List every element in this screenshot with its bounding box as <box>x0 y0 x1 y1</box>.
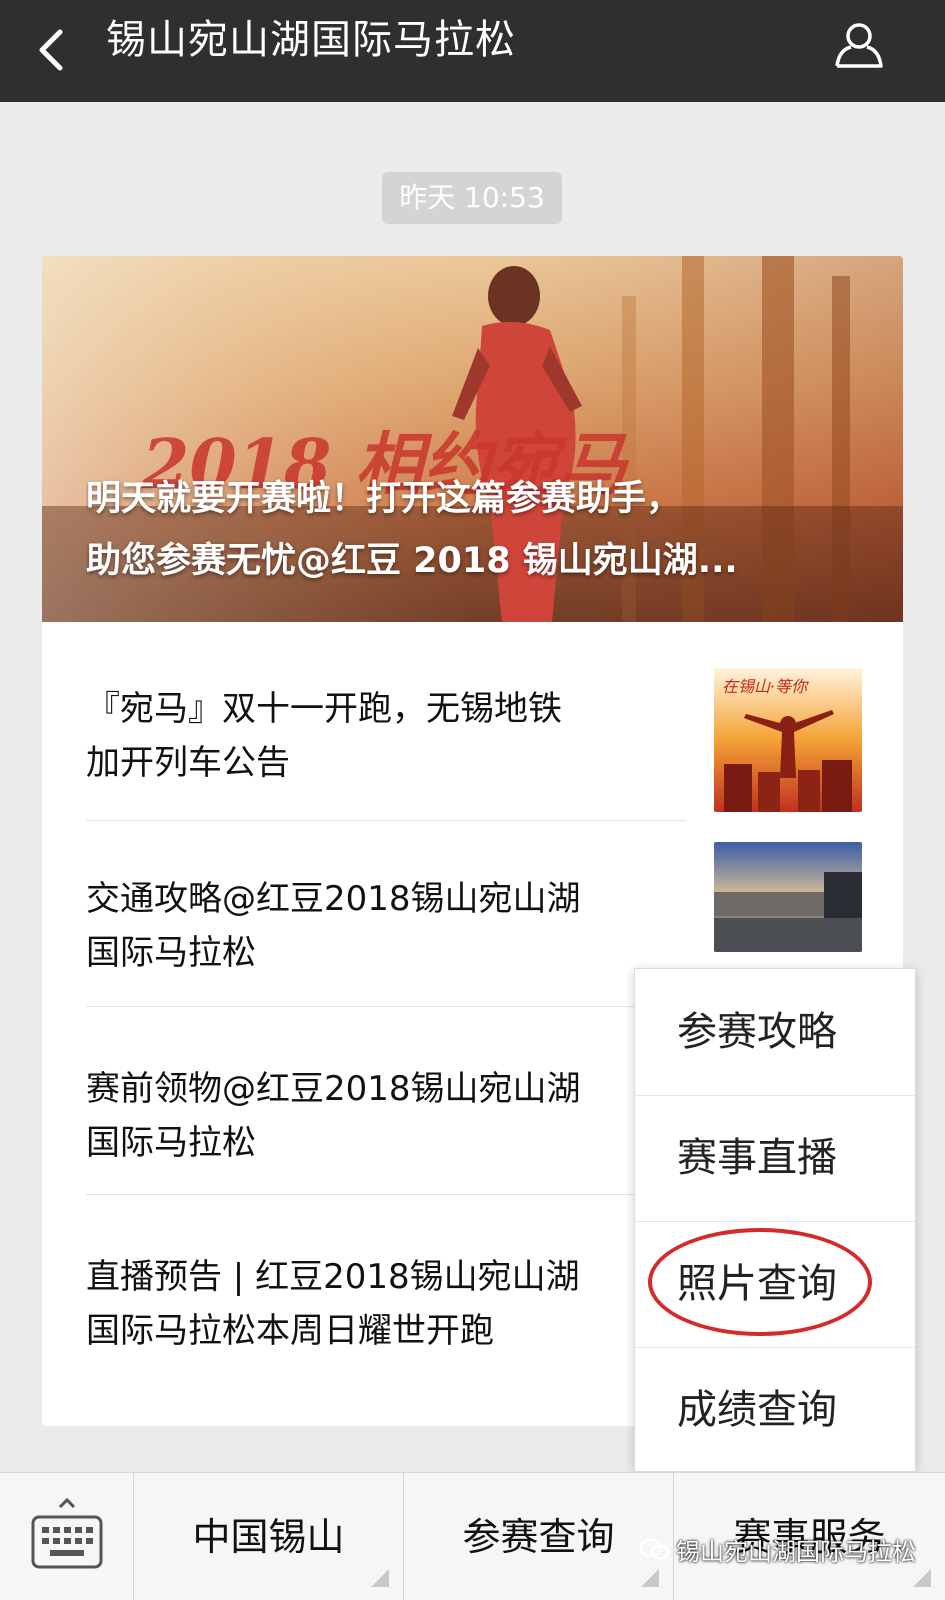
watermark-text: 锡山宛山湖国际马拉松 <box>676 1538 916 1566</box>
user-profile-icon[interactable] <box>831 16 887 72</box>
list-item-title-line1: 赛前领物@红豆2018锡山宛山湖 <box>86 1069 581 1109</box>
list-item-title-line1: 交通攻略@红豆2018锡山宛山湖 <box>86 879 581 919</box>
list-item-thumbnail: 在锡山·等你 <box>714 668 862 812</box>
list-item-title-line2: 国际马拉松本周日耀世开跑 <box>86 1311 494 1351</box>
submenu-indicator-icon <box>371 1569 389 1587</box>
tab-china-xishan[interactable]: 中国锡山 <box>134 1473 404 1600</box>
wechat-icon <box>640 1538 670 1568</box>
hero-article[interactable]: 2018 相约宛马 明天就要开赛啦！打开这篇参赛助手， 助您参赛无忧@红豆 20… <box>42 256 903 622</box>
list-item-title-line2: 国际马拉松 <box>86 933 256 973</box>
hero-headline: 明天就要开赛啦！打开这篇参赛助手， 助您参赛无忧@红豆 2018 锡山宛山湖..… <box>86 468 866 592</box>
list-item[interactable]: 『宛马』双十一开跑，无锡地铁 加开列车公告 在锡山·等你 <box>42 622 903 812</box>
menu-item-photo-search[interactable]: 照片查询 <box>635 1221 915 1347</box>
back-arrow-icon[interactable] <box>30 18 78 82</box>
menu-item-result-search[interactable]: 成绩查询 <box>635 1347 915 1473</box>
tab-label: 中国锡山 <box>192 1515 345 1559</box>
list-item-title: 赛前领物@红豆2018锡山宛山湖 国际马拉松 <box>86 1062 646 1170</box>
list-item-title: 交通攻略@红豆2018锡山宛山湖 国际马拉松 <box>86 872 646 980</box>
submenu-indicator-icon <box>641 1569 659 1587</box>
list-item-title-line2: 加开列车公告 <box>86 743 290 783</box>
list-item-title-line1: 直播预告 | 红豆2018锡山宛山湖 <box>86 1257 580 1297</box>
top-bar: 锡山宛山湖国际马拉松 <box>0 0 945 102</box>
menu-item-race-guide[interactable]: 参赛攻略 <box>635 969 915 1095</box>
tab-registration-query[interactable]: 参赛查询 <box>404 1473 674 1600</box>
submenu-indicator-icon <box>913 1569 931 1587</box>
message-timestamp: 昨天 10:53 <box>382 172 562 224</box>
tab-label: 参赛查询 <box>462 1515 615 1559</box>
keyboard-toggle[interactable] <box>0 1473 134 1600</box>
page-title: 锡山宛山湖国际马拉松 <box>106 17 516 63</box>
list-item-title: 『宛马』双十一开跑，无锡地铁 加开列车公告 <box>86 682 646 790</box>
list-item-title-line2: 国际马拉松 <box>86 1123 256 1163</box>
submenu-popup: 参赛攻略 赛事直播 照片查询 成绩查询 <box>634 968 916 1472</box>
menu-item-live-broadcast[interactable]: 赛事直播 <box>635 1095 915 1221</box>
watermark: 锡山宛山湖国际马拉松 <box>640 1532 916 1568</box>
list-item-title-line1: 『宛马』双十一开跑，无锡地铁 <box>86 689 562 729</box>
list-item-title: 直播预告 | 红豆2018锡山宛山湖 国际马拉松本周日耀世开跑 <box>86 1250 646 1358</box>
hero-headline-line1: 明天就要开赛啦！打开这篇参赛助手， <box>86 479 682 519</box>
thumbnail-caption: 在锡山·等你 <box>722 677 809 696</box>
list-item-thumbnail <box>714 842 862 952</box>
keyboard-icon <box>31 1497 103 1569</box>
hero-headline-line2: 助您参赛无忧@红豆 2018 锡山宛山湖... <box>86 541 738 581</box>
